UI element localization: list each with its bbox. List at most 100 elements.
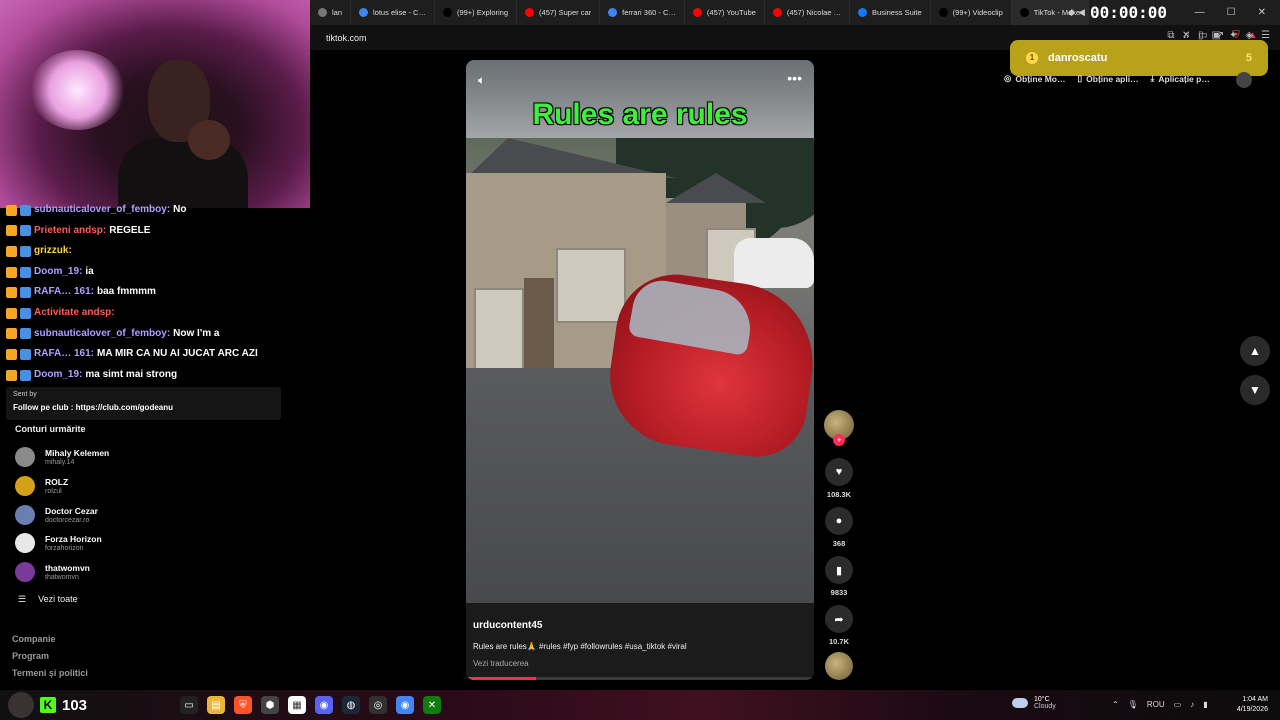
followed-account[interactable]: Forza Horizon forzahorizon [15, 530, 215, 556]
battery-icon[interactable]: ▮ [1203, 700, 1207, 709]
minimize-icon[interactable]: — [1195, 7, 1205, 18]
video-scene [466, 138, 814, 603]
browser-tab[interactable]: Business Suite [850, 0, 931, 25]
network-icon[interactable]: ▭ [1174, 700, 1182, 709]
desktop-app-label: Aplicație p… [1158, 73, 1210, 84]
chat-username: Activitate andsp: [34, 306, 115, 318]
timer-icons[interactable]: ◆ ◀ [1068, 8, 1085, 18]
previous-video-button[interactable]: ▲ [1240, 336, 1270, 366]
url-field[interactable]: tiktok.com [326, 33, 367, 43]
next-video-button[interactable]: ▼ [1240, 375, 1270, 405]
brave-icon[interactable]: ⛨ [234, 696, 252, 714]
see-all-link[interactable]: ☰ Vezi toate [18, 594, 78, 605]
file-explorer-icon[interactable]: ▤ [207, 696, 225, 714]
maximize-icon[interactable]: ☐ [1227, 7, 1236, 18]
menu-icon[interactable]: ☰ [1261, 30, 1270, 41]
comment-action[interactable]: ● 368 [822, 507, 856, 548]
chat-badge-icon [20, 348, 31, 360]
chat-text: REGELE [109, 224, 151, 236]
see-all-label: Vezi toate [38, 594, 78, 604]
download-icon: ⤓ [1150, 73, 1155, 83]
footer-program[interactable]: Program [12, 651, 49, 661]
browser-tab[interactable]: ferrari 360 - C… [600, 0, 685, 25]
webcam-overlay [0, 0, 310, 208]
video-username[interactable]: urducontent45 [473, 620, 542, 631]
like-action[interactable]: ♥ 108.3K [822, 458, 856, 499]
chrome-icon[interactable]: ◉ [396, 696, 414, 714]
followed-account[interactable]: thatwomvn thatwomvn [15, 559, 215, 585]
tab-favicon-icon [608, 8, 618, 17]
language-indicator[interactable]: ROU [1147, 700, 1165, 709]
more-options-icon[interactable]: ••• [787, 70, 802, 86]
viewer-avatar [8, 692, 34, 718]
share-action[interactable]: ➦ 10.7K [822, 605, 856, 646]
account-avatar [15, 562, 35, 583]
tab-label: (457) Nicolae … [786, 8, 842, 17]
chat-message: grizzuk: [6, 241, 306, 262]
weather-widget[interactable]: 10°C Cloudy [1012, 696, 1056, 710]
chat-text: Now I'm a [173, 327, 220, 339]
close-icon[interactable]: ✕ [1258, 7, 1266, 18]
app-icon[interactable]: ⬢ [261, 696, 279, 714]
discord-icon[interactable]: ◉ [315, 696, 333, 714]
browser-tab[interactable]: lan [310, 0, 352, 25]
video-title-overlay: Rules are rules [532, 98, 748, 131]
profile-avatar[interactable] [1236, 72, 1252, 88]
chat-message: RAFA… 161: baa fmmmm [6, 282, 306, 303]
obs-icon[interactable]: ◎ [369, 696, 387, 714]
mic-icon[interactable]: 🎙︎ [1128, 700, 1138, 709]
heart-icon[interactable]: ♥ [825, 458, 853, 486]
followed-account[interactable]: Mihaly Kelemen mihaly.14 [15, 444, 215, 470]
video-progress[interactable] [466, 677, 814, 680]
comment-icon[interactable]: ● [825, 507, 853, 535]
taskbar-clock[interactable]: 1:04 AM 4/19/2026 [1237, 695, 1268, 715]
tab-label: lan [332, 8, 343, 17]
follow-plus-icon[interactable]: + [833, 434, 845, 446]
account-handle: thatwomvn [45, 574, 79, 582]
music-disc[interactable] [822, 652, 856, 680]
chat-badge-icon [6, 307, 17, 319]
weather-temp: 10°C [1034, 696, 1050, 703]
account-avatar [15, 504, 35, 525]
tab-favicon-icon [1019, 8, 1029, 17]
steam-icon[interactable]: ◍ [342, 696, 360, 714]
video-progress-fill [466, 677, 536, 680]
chat-username: subnauticalover_of_femboy: [34, 327, 171, 339]
screen: lan lotus elise - C… (99+) Exploring (457) … [0, 0, 1280, 720]
calculator-icon[interactable]: ▦ [288, 696, 306, 714]
browser-tab[interactable]: lotus elise - C… [351, 0, 435, 25]
share-arrow-icon[interactable]: ➦ [825, 605, 853, 633]
account-name: thatwomvn [45, 563, 90, 574]
tray-chevron-icon[interactable]: ⌃ [1112, 700, 1119, 709]
browser-tab[interactable]: (99+) Exploring [435, 0, 518, 25]
chat-badge-icon [20, 369, 31, 381]
sent-by-panel: Sent by Follow pe club : https://club.co… [6, 387, 281, 420]
followed-account[interactable]: ROLZ rolzul [15, 473, 215, 499]
browser-tab[interactable]: (99+) Videoclip [931, 0, 1012, 25]
get-coins-button[interactable]: ◎ Obține Mo… [1004, 73, 1065, 84]
tab-favicon-icon [359, 8, 369, 17]
volume-tray-icon[interactable]: ♪ [1190, 700, 1194, 709]
tab-favicon-icon [692, 8, 702, 17]
save-action[interactable]: ▮ 9833 [822, 556, 856, 597]
volume-icon[interactable]: 🔈︎ [478, 73, 485, 88]
task-view-icon[interactable]: ▭ [180, 696, 198, 714]
browser-tab[interactable]: (457) Nicolae … [765, 0, 851, 25]
followed-account[interactable]: Doctor Cezar doctorcezar.ro [15, 502, 215, 528]
get-app-button[interactable]: ▯ Obține apli… [1077, 73, 1138, 84]
tab-favicon-icon [318, 8, 327, 17]
browser-tab[interactable]: (457) YouTube [685, 0, 765, 25]
translate-link[interactable]: Vezi traducerea [473, 659, 529, 668]
bookmark-icon[interactable]: ▮ [825, 556, 853, 584]
browser-tab[interactable]: (457) Super car [517, 0, 601, 25]
desktop-app-button[interactable]: ⤓ Aplicație p… [1151, 73, 1210, 84]
xbox-icon[interactable]: ✕ [423, 696, 441, 714]
chat-badge-icon [20, 225, 31, 237]
video-player[interactable]: Rules are rules 🔈︎ ••• urducontent45 Rul… [466, 60, 814, 680]
creator-avatar[interactable]: + [822, 410, 856, 446]
clock-date: 4/19/2026 [1236, 706, 1268, 713]
account-handle: doctorcezar.ro [45, 516, 90, 524]
chat-badge-icon [6, 328, 17, 340]
footer-company[interactable]: Companie [12, 634, 56, 644]
footer-terms[interactable]: Termeni și politici [12, 668, 88, 678]
